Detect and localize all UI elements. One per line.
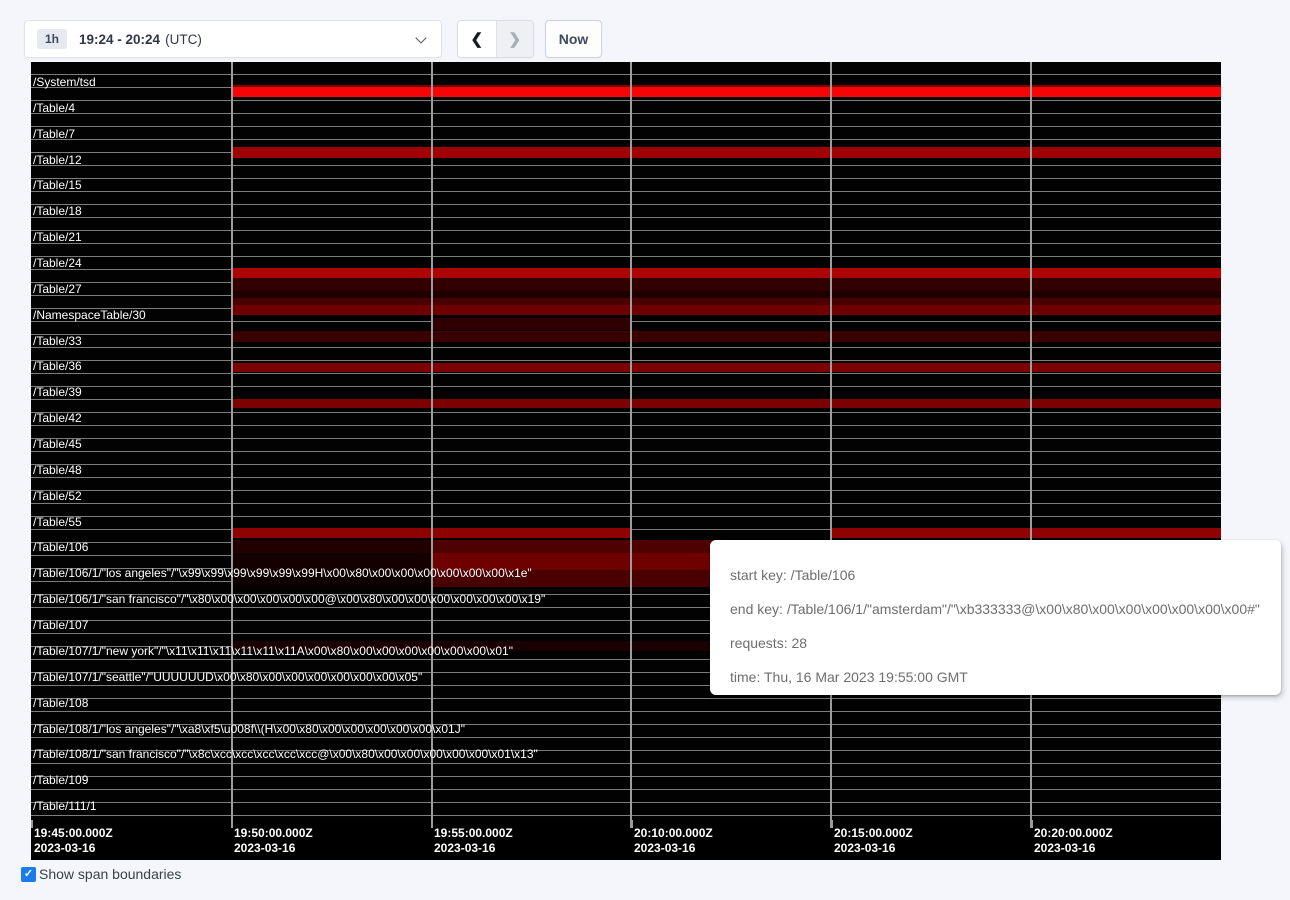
column-gridline	[231, 62, 233, 828]
row-label: /Table/15	[33, 179, 82, 192]
row-label: /Table/27	[33, 283, 82, 296]
x-axis: 19:45:00.000Z2023-03-16 19:50:00.000Z2023…	[31, 820, 1221, 860]
now-button[interactable]: Now	[545, 20, 602, 58]
row-label: /System/tsd	[33, 76, 96, 89]
row-label: /Table/111/1	[33, 800, 97, 813]
row-label: /Table/107/1/"seattle"/"UUUUUUD\x00\x80\…	[33, 671, 422, 684]
row-label: /Table/42	[33, 412, 82, 425]
row-label: /Table/52	[33, 490, 82, 503]
row-label: /Table/33	[33, 335, 82, 348]
row-label: /Table/21	[33, 231, 82, 244]
heat-band	[231, 399, 1221, 408]
row-label: /Table/24	[33, 257, 82, 270]
axis-tick	[31, 820, 33, 828]
row-label: /Table/108	[33, 697, 88, 710]
row-label: /Table/108/1/"san francisco"/"\x8c\xcc\x…	[33, 748, 538, 761]
tooltip-start-key: start key: /Table/106	[730, 558, 1281, 592]
row-label: /Table/7	[33, 128, 75, 141]
tooltip-end-key: end key: /Table/106/1/"amsterdam"/"\xb33…	[730, 592, 1281, 626]
heat-band	[830, 528, 1221, 538]
row-label: /Table/4	[33, 102, 75, 115]
row-label: /Table/108/1/"los angeles"/"\xa8\xf5\u00…	[33, 723, 465, 736]
row-label: /Table/45	[33, 438, 82, 451]
previous-range-button[interactable]: ❮	[458, 21, 496, 57]
x-axis-label: 20:15:00.000Z2023-03-16	[834, 826, 913, 856]
heat-band	[231, 331, 1221, 342]
x-axis-label: 20:10:00.000Z2023-03-16	[634, 826, 713, 856]
row-label: /Table/109	[33, 774, 88, 787]
tooltip-time: time: Thu, 16 Mar 2023 19:55:00 GMT	[730, 660, 1281, 694]
heat-band	[231, 278, 1221, 291]
row-label: /Table/12	[33, 154, 82, 167]
heat-band	[231, 298, 1221, 305]
time-range-selector[interactable]: 1h 19:24 - 20:24 (UTC)	[24, 20, 442, 58]
row-label: /Table/18	[33, 205, 82, 218]
heat-band	[231, 147, 1221, 158]
row-label: /Table/106/1/"san francisco"/"\x80\x00\x…	[33, 593, 545, 606]
row-label: /Table/36	[33, 360, 82, 373]
column-gridline	[830, 62, 832, 828]
heat-band	[231, 540, 431, 553]
time-range-preset-badge: 1h	[37, 29, 67, 49]
x-axis-label: 20:20:00.000Z2023-03-16	[1034, 826, 1113, 856]
heat-band	[231, 268, 1221, 278]
show-span-boundaries-checkbox[interactable]: ✓	[21, 867, 36, 882]
x-axis-label: 19:45:00.000Z2023-03-16	[34, 826, 113, 856]
row-label: /NamespaceTable/30	[33, 309, 146, 322]
row-label: /Table/55	[33, 516, 82, 529]
column-gridline	[1030, 62, 1032, 828]
row-label: /Table/39	[33, 386, 82, 399]
row-label: /Table/107/1/"new york"/"\x11\x11\x11\x1…	[33, 645, 513, 658]
chevron-left-icon: ❮	[470, 30, 483, 48]
next-range-button[interactable]: ❯	[496, 21, 534, 57]
heat-band	[231, 87, 1221, 97]
time-nav-group: ❮ ❯	[457, 20, 534, 58]
column-gridline	[630, 62, 632, 828]
heat-band	[231, 291, 1221, 298]
x-axis-label: 19:55:00.000Z2023-03-16	[434, 826, 513, 856]
row-label: /Table/48	[33, 464, 82, 477]
column-gridline	[431, 62, 433, 828]
chevron-down-icon	[415, 32, 426, 43]
heat-band	[431, 318, 630, 330]
row-label: /Table/106/1/"los angeles"/"\x99\x99\x99…	[33, 567, 532, 580]
x-axis-label: 19:50:00.000Z2023-03-16	[234, 826, 313, 856]
heatmap-canvas[interactable]: /System/tsd/Table/4/Table/7/Table/12/Tab…	[31, 62, 1221, 820]
row-label: /Table/107	[33, 619, 88, 632]
show-span-boundaries-label: Show span boundaries	[39, 866, 181, 882]
row-label: /Table/106	[33, 541, 88, 554]
span-tooltip: start key: /Table/106 end key: /Table/10…	[710, 540, 1281, 695]
footer: ✓ Show span boundaries	[21, 866, 181, 882]
time-range-text: 19:24 - 20:24	[79, 32, 160, 47]
heat-band	[231, 305, 1221, 315]
toolbar: 1h 19:24 - 20:24 (UTC) ❮ ❯ Now	[0, 0, 1290, 62]
chevron-right-icon: ❯	[508, 30, 521, 48]
tooltip-requests: requests: 28	[730, 626, 1281, 660]
time-range-timezone: (UTC)	[165, 32, 202, 47]
key-visualizer-heatmap[interactable]: /System/tsd/Table/4/Table/7/Table/12/Tab…	[31, 62, 1221, 860]
heat-band	[231, 363, 1221, 372]
